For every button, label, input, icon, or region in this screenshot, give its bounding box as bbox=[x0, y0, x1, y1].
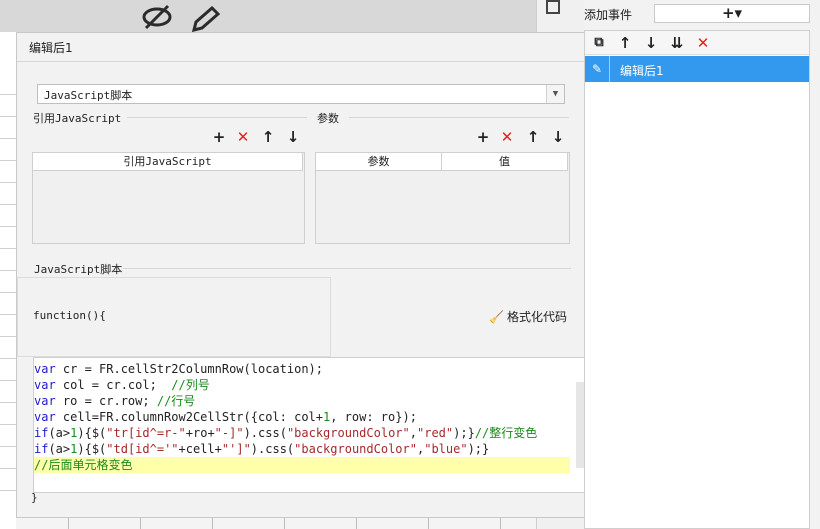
sort-down-icon[interactable]: ⇊ bbox=[669, 35, 685, 51]
code-line: if(a>1){$("td[id^='"+cell+"']").css("bac… bbox=[34, 441, 570, 457]
divider bbox=[127, 117, 307, 118]
table-header-cell[interactable]: 值 bbox=[442, 153, 568, 171]
background-toolbar bbox=[0, 0, 540, 32]
code-text: cr = FR.cellStr2ColumnRow(location); bbox=[55, 362, 323, 376]
plus-icon[interactable]: + bbox=[211, 129, 227, 145]
sheet-bottom-strip bbox=[16, 518, 536, 529]
code-keyword: var bbox=[34, 410, 56, 424]
code-text: , bbox=[409, 426, 417, 440]
code-scrollbar[interactable] bbox=[576, 382, 584, 468]
arrow-up-icon[interactable]: ↑ bbox=[617, 35, 633, 51]
code-keyword: var bbox=[34, 378, 56, 392]
ref-js-section-label: 引用JavaScript bbox=[33, 112, 122, 125]
code-comment: //整行变色 bbox=[474, 426, 538, 440]
code-text: ){$( bbox=[77, 442, 107, 456]
arrow-up-icon[interactable]: ↑ bbox=[525, 129, 541, 145]
broom-icon: 🧹 bbox=[489, 310, 504, 324]
code-text: , row: ro}); bbox=[330, 410, 417, 424]
plus-icon[interactable]: + bbox=[475, 129, 491, 145]
code-string: "-]" bbox=[214, 426, 244, 440]
code-keyword: if bbox=[34, 442, 49, 456]
code-line: var cell=FR.columnRow2CellStr({col: col+… bbox=[34, 409, 570, 425]
arrow-down-icon[interactable]: ↓ bbox=[643, 35, 659, 51]
spreadsheet-grid bbox=[0, 32, 16, 529]
code-text: col = cr.col; bbox=[55, 378, 172, 392]
code-line: if(a>1){$("tr[id^=r-"+ro+"-]").css("back… bbox=[34, 425, 570, 441]
params-table[interactable]: 参数 值 bbox=[315, 152, 570, 244]
code-text: );} bbox=[467, 442, 490, 456]
code-text: +ro+ bbox=[185, 426, 215, 440]
code-editor[interactable]: var cr = FR.cellStr2ColumnRow(location);… bbox=[33, 357, 586, 493]
code-line: var col = cr.col; //列号 bbox=[34, 377, 570, 393]
code-line: var cr = FR.cellStr2ColumnRow(location); bbox=[34, 361, 570, 377]
code-string: "blue" bbox=[424, 442, 468, 456]
code-string: "td[id^='" bbox=[106, 442, 179, 456]
column-divider bbox=[68, 518, 69, 529]
table-header-cell[interactable]: 参数 bbox=[316, 153, 442, 171]
column-divider bbox=[500, 518, 501, 529]
code-text: +cell+ bbox=[178, 442, 222, 456]
script-type-value: JavaScript脚本 bbox=[44, 89, 133, 102]
x-icon[interactable]: ✕ bbox=[235, 129, 251, 145]
add-event-button[interactable]: +▾ bbox=[654, 4, 810, 23]
event-list-item[interactable]: ✎ 编辑后1 bbox=[585, 56, 809, 82]
chevron-down-icon[interactable]: ▼ bbox=[546, 85, 564, 103]
code-text: ro = cr.row; bbox=[55, 394, 157, 408]
arrow-up-icon[interactable]: ↑ bbox=[260, 129, 276, 145]
pencil-icon: ✎ bbox=[585, 56, 610, 82]
x-icon[interactable]: ✕ bbox=[695, 35, 711, 51]
window-icon[interactable] bbox=[546, 0, 560, 14]
function-open-text: function(){ bbox=[33, 309, 106, 322]
dialog-title: 编辑后1 bbox=[17, 33, 585, 62]
arrow-down-icon[interactable]: ↓ bbox=[285, 129, 301, 145]
event-list: ⧉ ↑ ↓ ⇊ ✕ ✎ 编辑后1 bbox=[584, 30, 810, 529]
code-keyword: var bbox=[34, 362, 56, 376]
code-text: );} bbox=[453, 426, 475, 440]
column-divider bbox=[428, 518, 429, 529]
code-string: "']" bbox=[221, 442, 251, 456]
code-string: "backgroundColor" bbox=[294, 442, 417, 456]
event-label: 编辑后1 bbox=[620, 64, 664, 78]
function-close-text: } bbox=[31, 491, 38, 504]
code-string: "backgroundColor" bbox=[286, 426, 410, 440]
table-header-cell[interactable]: 引用JavaScript bbox=[33, 153, 303, 171]
edit-event-dialog: 编辑后1 JavaScript脚本 ▼ 引用JavaScript + ✕ ↑ ↓… bbox=[16, 32, 586, 518]
code-text: (a> bbox=[48, 442, 71, 456]
copy-icon[interactable]: ⧉ bbox=[591, 35, 607, 51]
column-divider bbox=[284, 518, 285, 529]
code-line-current: //后面单元格变色 bbox=[34, 457, 570, 473]
code-line: var ro = cr.row; //行号 bbox=[34, 393, 570, 409]
column-divider bbox=[140, 518, 141, 529]
code-keyword: var bbox=[34, 394, 56, 408]
code-comment: //列号 bbox=[171, 378, 210, 392]
code-string: "red" bbox=[417, 426, 454, 440]
arrow-down-icon[interactable]: ↓ bbox=[550, 129, 566, 145]
code-text: ).css( bbox=[243, 426, 287, 440]
code-comment: //行号 bbox=[156, 394, 196, 408]
code-comment: //后面单元格变色 bbox=[34, 458, 133, 472]
divider bbox=[123, 268, 571, 269]
format-code-label: 格式化代码 bbox=[506, 310, 567, 324]
code-text: cell=FR.columnRow2CellStr({col: col+ bbox=[55, 410, 323, 424]
event-panel: 添加事件 +▾ ⧉ ↑ ↓ ⇊ ✕ ✎ 编辑后1 bbox=[584, 0, 820, 529]
script-type-select[interactable]: JavaScript脚本 ▼ bbox=[37, 84, 565, 104]
ref-js-table[interactable]: 引用JavaScript bbox=[32, 152, 305, 244]
code-text: ).css( bbox=[250, 442, 295, 456]
column-divider bbox=[356, 518, 357, 529]
script-section-label: JavaScript脚本 bbox=[34, 263, 123, 276]
divider bbox=[349, 117, 569, 118]
column-divider bbox=[212, 518, 213, 529]
params-section-label: 参数 bbox=[317, 112, 339, 125]
code-string: "tr[id^=r-" bbox=[106, 426, 186, 440]
event-panel-title: 添加事件 bbox=[584, 8, 633, 22]
x-icon[interactable]: ✕ bbox=[499, 129, 515, 145]
event-toolbar: ⧉ ↑ ↓ ⇊ ✕ bbox=[585, 31, 809, 55]
format-code-button[interactable]: 🧹 格式化代码 bbox=[489, 308, 567, 325]
code-keyword: if bbox=[34, 426, 49, 440]
code-text: ){$( bbox=[77, 426, 107, 440]
code-text: (a> bbox=[48, 426, 71, 440]
